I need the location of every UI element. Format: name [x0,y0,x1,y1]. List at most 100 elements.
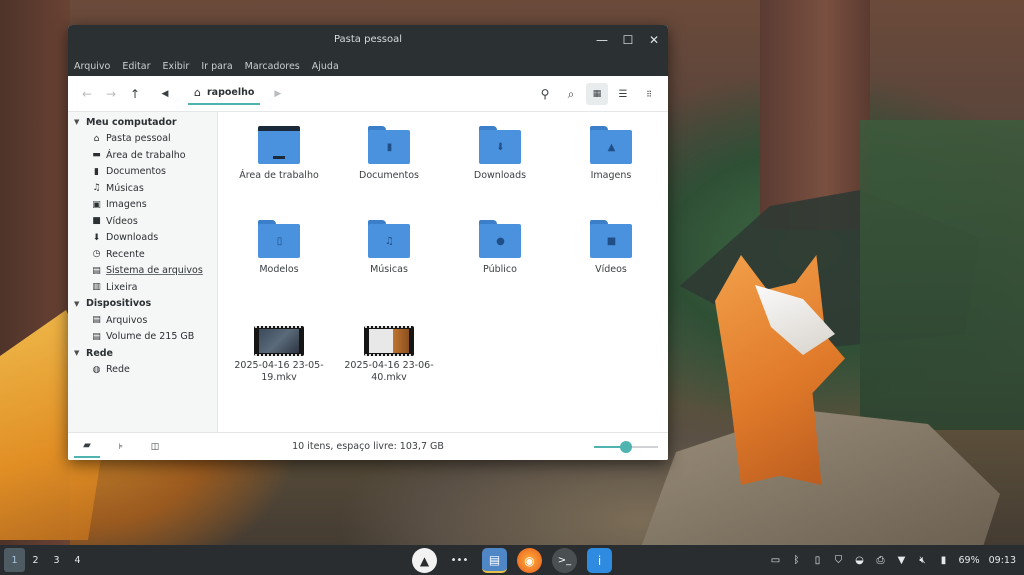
sidebar-item-label: Documentos [106,166,166,178]
caret-right-icon[interactable]: ▶ [274,89,281,99]
sidebar-item-label: Imagens [106,199,147,211]
file-item-area-de-trabalho[interactable]: Área de trabalho [229,126,329,182]
info-app-launcher[interactable]: i [587,548,612,573]
menu-arquivo[interactable]: Arquivo [74,61,110,72]
breadcrumb-prev-button[interactable]: ◀ [154,83,176,105]
search-button[interactable]: ⌕ [560,83,582,105]
statusbar: ▰ ⊧ ◫ 10 itens, espaço livre: 103,7 GB [68,432,668,460]
wallpaper-shape [860,120,1024,430]
file-item-video-1[interactable]: 2025-04-16 23-05-19.mkv [229,326,329,384]
sidebar-item-rede[interactable]: ◍ Rede [68,362,217,379]
window-title: Pasta pessoal [333,34,403,45]
sidebar-item-label: Volume de 215 GB [106,331,195,343]
trash-icon: ▥ [92,282,101,293]
image-icon: ▣ [92,199,101,210]
minimize-button[interactable]: — [594,32,610,48]
battery-icon[interactable]: ▮ [937,555,949,566]
sidebar-item-videos[interactable]: ■ Vídeos [68,213,217,230]
clock[interactable]: 09:13 [989,555,1016,566]
compact-view-button[interactable]: ⠿ [638,83,660,105]
volume-muted-icon[interactable]: 🔇︎ [916,555,928,566]
breadcrumb[interactable]: ⌂ rapoelho [188,83,261,105]
printer-icon[interactable]: ⎙ [874,555,886,566]
maximize-button[interactable]: ☐ [620,32,636,48]
sidebar-item-documentos[interactable]: ▮ Documentos [68,164,217,181]
sidebar-section-label: Meu computador [86,116,177,128]
sidebar-section-rede[interactable]: ▼ Rede [68,345,217,362]
disk-icon[interactable]: ◒ [853,555,865,566]
file-item-downloads[interactable]: ⬇ Downloads [450,126,550,182]
sidebar-item-downloads[interactable]: ⬇ Downloads [68,230,217,247]
terminal-icon: >_ [557,555,572,566]
file-item-publico[interactable]: ● Público [450,220,550,276]
music-icon: ♫ [92,183,101,194]
file-manager-launcher[interactable]: ▤ [482,548,507,573]
sidebar-item-recente[interactable]: ◷ Recente [68,246,217,263]
file-label: Imagens [590,170,632,181]
file-label: Modelos [259,264,299,275]
network-icon: ◍ [92,364,101,375]
zoom-slider[interactable] [594,441,658,453]
arrow-right-icon: → [105,86,117,101]
sidebar-item-volume[interactable]: ▤ Volume de 215 GB [68,329,217,346]
drive-icon: ▤ [92,265,101,276]
window-titlebar[interactable]: Pasta pessoal — ☐ ✕ [68,25,668,56]
menubar: Arquivo Editar Exibir Ir para Marcadores… [68,56,668,76]
shield-icon[interactable]: ⛉ [832,555,844,566]
file-item-modelos[interactable]: ▯ Modelos [229,220,329,276]
sidebar-item-lixeira[interactable]: ▥ Lixeira [68,279,217,296]
sidebar-item-imagens[interactable]: ▣ Imagens [68,197,217,214]
back-button[interactable]: ← [76,83,98,105]
menu-ir-para[interactable]: Ir para [201,61,232,72]
wifi-icon[interactable]: ▼ [895,555,907,566]
list-view-button[interactable]: ☰ [612,83,634,105]
download-icon: ⬇ [92,232,101,243]
sidebar-item-arquivos[interactable]: ▤ Arquivos [68,312,217,329]
sidebar-item-sistema-de-arquivos[interactable]: ▤ Sistema de arquivos [68,263,217,280]
sidebar-item-area-de-trabalho[interactable]: ▬ Área de trabalho [68,147,217,164]
sidebar-item-label: Recente [106,248,145,260]
app-grid-button[interactable]: ••• [447,548,472,573]
menu-editar[interactable]: Editar [122,61,150,72]
location-pin-icon: ⚲ [540,87,550,101]
workspace-1[interactable]: 1 [4,548,25,572]
toolbar-right: ⚲ ⌕ ▦ ☰ ⠿ [534,83,660,105]
bluetooth-icon[interactable]: ᛒ [790,555,802,566]
templates-folder-icon: ▯ [258,220,300,258]
file-item-imagens[interactable]: ▲ Imagens [561,126,661,182]
app-menu-button[interactable]: ▲ [412,548,437,573]
arrow-left-icon: ← [81,86,93,101]
sidebar-item-label: Sistema de arquivos [106,265,203,277]
app-launcher: ▲ ••• ▤ ◉ >_ i [412,548,612,573]
file-manager-icon: ▤ [488,552,501,567]
sidebar-section-dispositivos[interactable]: ▼ Dispositivos [68,296,217,313]
sidebar-item-pasta-pessoal[interactable]: ⌂ Pasta pessoal [68,131,217,148]
info-icon: i [597,553,602,568]
home-icon: ⌂ [93,133,100,144]
file-item-video-2[interactable]: 2025-04-16 23-06-40.mkv [339,326,439,384]
sidebar-item-label: Músicas [106,182,144,194]
workspace-3[interactable]: 3 [46,548,67,572]
file-item-videos[interactable]: ■ Vídeos [561,220,661,276]
file-item-documentos[interactable]: ▮ Documentos [339,126,439,182]
sidebar-item-musicas[interactable]: ♫ Músicas [68,180,217,197]
home-icon: ⌂ [194,86,201,99]
firefox-launcher[interactable]: ◉ [517,548,542,573]
forward-button[interactable]: → [100,83,122,105]
close-button[interactable]: ✕ [646,32,662,48]
menu-exibir[interactable]: Exibir [163,61,190,72]
location-button[interactable]: ⚲ [534,83,556,105]
zoom-slider-knob[interactable] [620,441,632,453]
menu-ajuda[interactable]: Ajuda [312,61,339,72]
sidebar-section-meu-computador[interactable]: ▼ Meu computador [68,114,217,131]
up-button[interactable]: ↑ [124,83,146,105]
expand-triangle-icon: ▼ [74,349,80,358]
file-item-musicas[interactable]: ♫ Músicas [339,220,439,276]
terminal-launcher[interactable]: >_ [552,548,577,573]
workspace-4[interactable]: 4 [67,548,88,572]
menu-marcadores[interactable]: Marcadores [245,61,300,72]
notes-icon[interactable]: ▯ [811,555,823,566]
workspace-2[interactable]: 2 [25,548,46,572]
clipboard-icon[interactable]: ▭ [769,555,781,566]
icon-view-button[interactable]: ▦ [586,83,608,105]
